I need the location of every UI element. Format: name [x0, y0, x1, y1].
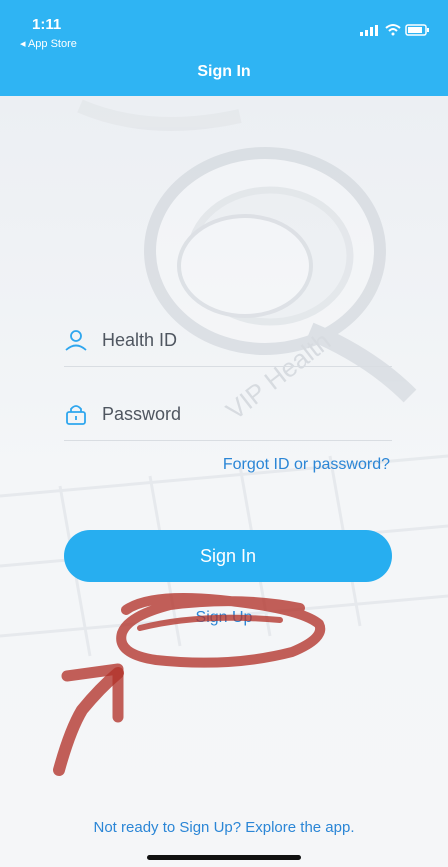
sign-up-link[interactable]: Sign Up	[0, 609, 448, 627]
status-time: 1:11	[32, 16, 62, 33]
wifi-icon	[385, 24, 401, 36]
page-title: Sign In	[197, 63, 251, 80]
sign-in-button[interactable]: Sign In	[64, 530, 392, 582]
explore-app-link[interactable]: Not ready to Sign Up? Explore the app.	[0, 819, 448, 836]
lock-icon	[66, 405, 86, 425]
user-icon	[65, 330, 87, 351]
health-id-placeholder: Health ID	[102, 330, 178, 350]
status-icons	[360, 24, 429, 36]
back-to-app-store-link[interactable]: ◂ App Store	[20, 37, 77, 50]
password-field[interactable]: Password	[64, 392, 392, 441]
home-indicator	[147, 855, 301, 860]
forgot-id-password-link[interactable]: Forgot ID or password?	[223, 456, 390, 474]
battery-icon	[405, 24, 429, 36]
top-bar: 1:11 ◂ App Store Sign In	[0, 0, 448, 96]
health-id-field[interactable]: Health ID	[64, 318, 392, 367]
password-placeholder: Password	[102, 404, 182, 424]
stethoscope-background-image: VIP Health	[0, 96, 448, 867]
signal-icon	[360, 25, 378, 36]
